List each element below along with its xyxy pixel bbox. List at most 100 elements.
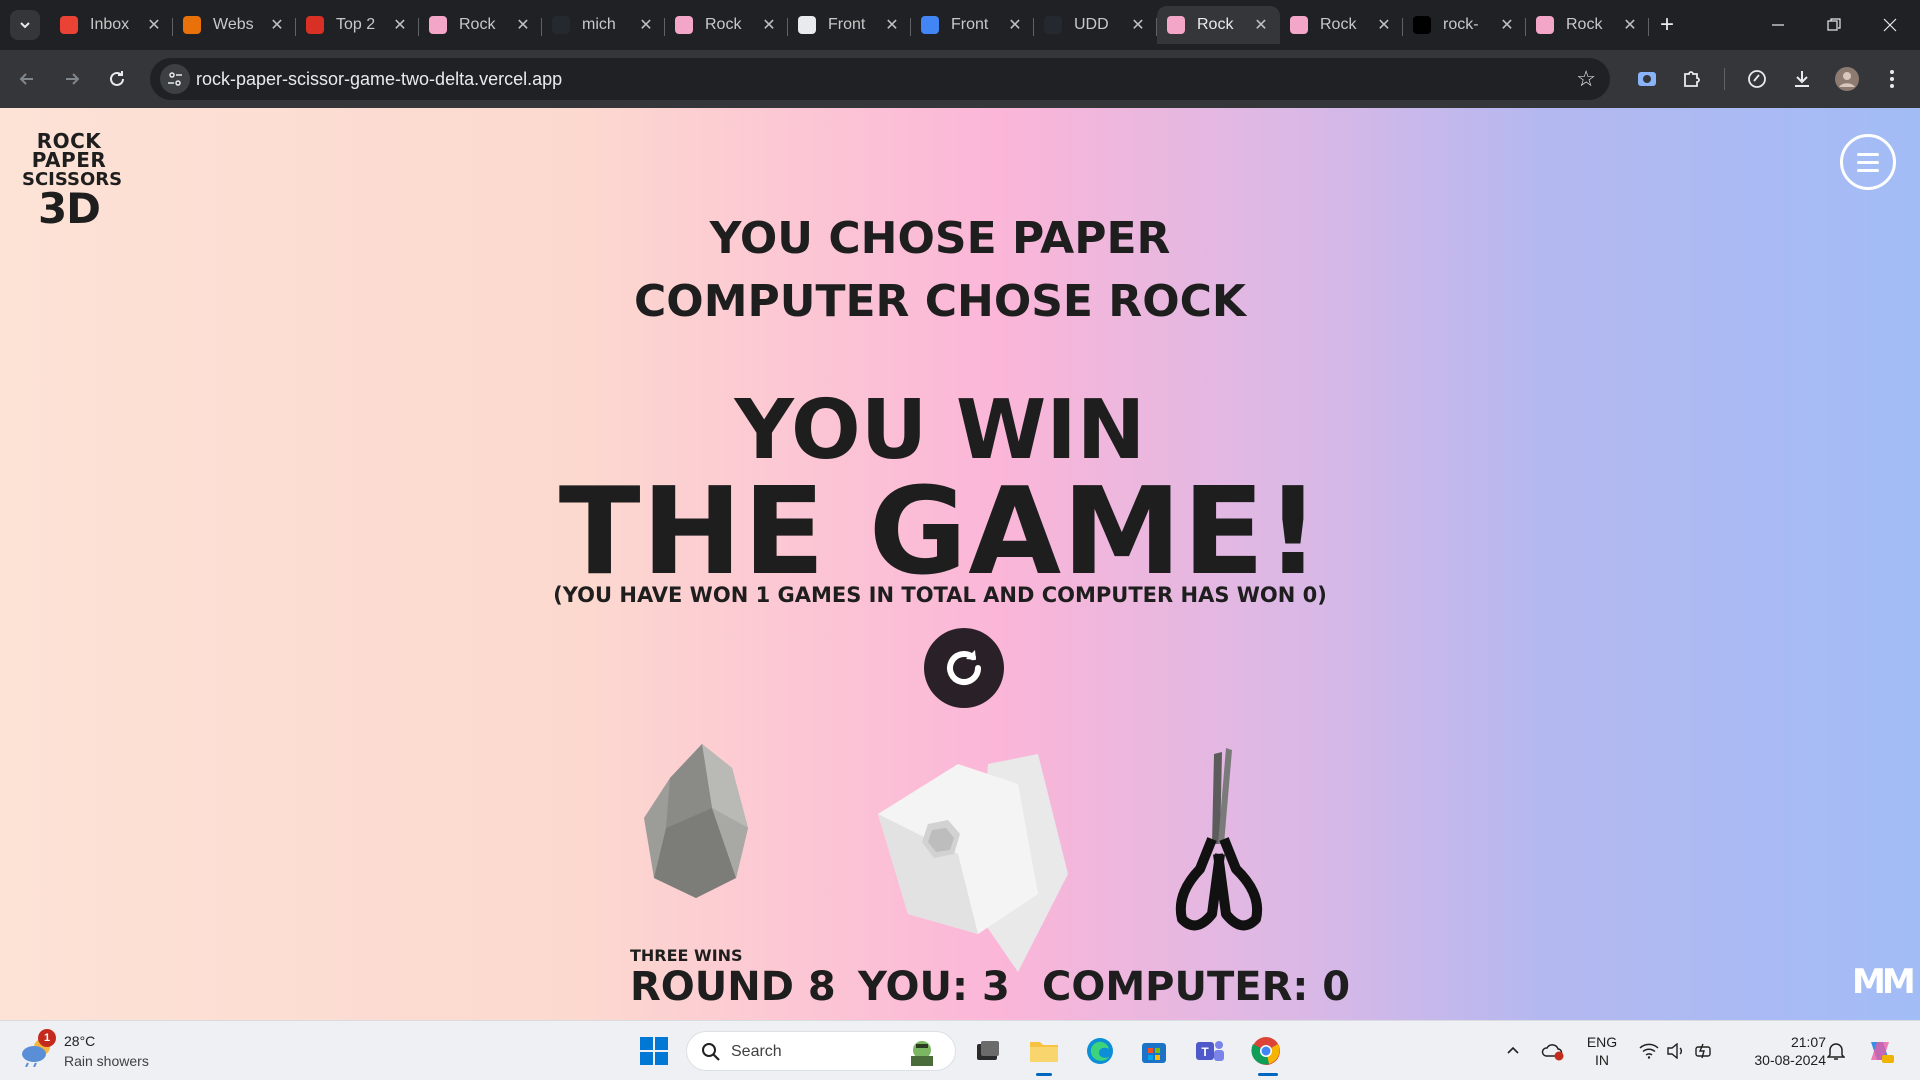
tab-label: Rock (705, 16, 742, 33)
speaker-icon (1667, 1043, 1682, 1059)
tab-close-icon[interactable]: ✕ (1621, 15, 1639, 35)
address-bar[interactable]: rock-paper-scissor-game-two-delta.vercel… (150, 58, 1610, 100)
search-highlight-icon (911, 1041, 933, 1066)
browser-tab[interactable]: Rock ✕ (419, 6, 542, 44)
performance-button[interactable] (1740, 62, 1774, 96)
battery-status[interactable] (1690, 1021, 1720, 1080)
clock[interactable]: 21:07 30-08-2024 (1730, 1033, 1826, 1069)
arrow-right-icon (66, 73, 80, 85)
new-tab-button[interactable]: + (1652, 10, 1682, 40)
screenshot-extension-button[interactable] (1630, 62, 1664, 96)
brand-logo[interactable]: MM (1852, 962, 1916, 1002)
svg-text:T: T (1201, 1045, 1209, 1059)
tab-close-icon[interactable]: ✕ (268, 15, 286, 35)
frontend-favicon-icon (798, 16, 816, 34)
forward-button[interactable] (55, 62, 89, 96)
url-text: rock-paper-scissor-game-two-delta.vercel… (196, 69, 563, 89)
language-indicator[interactable]: ENG IN (1582, 1033, 1622, 1069)
edge-button[interactable] (1080, 1031, 1120, 1071)
browser-tab[interactable]: Front ✕ (911, 6, 1034, 44)
show-hidden-icons-button[interactable] (1500, 1021, 1526, 1080)
start-button[interactable] (634, 1031, 674, 1071)
site-info-button[interactable] (160, 64, 190, 94)
weather-widget[interactable]: 1 28°C Rain showers (20, 1029, 180, 1073)
tab-label: Front (951, 16, 989, 33)
computer-choice-text: COMPUTER CHOSE ROCK (634, 276, 1246, 327)
browser-tab[interactable]: Rock ✕ (1157, 6, 1280, 44)
volume-status[interactable] (1663, 1021, 1689, 1080)
tab-search-button[interactable] (10, 10, 40, 40)
tab-close-icon[interactable]: ✕ (514, 15, 532, 35)
browser-tab[interactable]: mich ✕ (542, 6, 665, 44)
tab-close-icon[interactable]: ✕ (883, 15, 901, 35)
tab-close-icon[interactable]: ✕ (391, 15, 409, 35)
tab-close-icon[interactable]: ✕ (1498, 15, 1516, 35)
browser-tab[interactable]: Rock ✕ (1280, 6, 1403, 44)
bookmark-star-icon[interactable]: ☆ (1576, 66, 1596, 92)
grid-favicon-icon (183, 16, 201, 34)
close-window-button[interactable] (1862, 0, 1918, 50)
restore-button[interactable] (1806, 0, 1862, 50)
player-choice-text: YOU CHOSE PAPER (709, 213, 1171, 264)
pen-favicon-icon (921, 16, 939, 34)
paper-option[interactable] (868, 744, 1078, 984)
reload-button[interactable] (100, 62, 134, 96)
wifi-status[interactable] (1636, 1021, 1662, 1080)
browser-tab[interactable]: Webs ✕ (173, 6, 296, 44)
edge-icon (1087, 1038, 1113, 1064)
windows-taskbar: 1 28°C Rain showers Search T ENG IN 21:0… (0, 1020, 1920, 1080)
game-page: ROCK PAPER SCISSORS 3D YOU CHOSE PAPER C… (0, 108, 1920, 1020)
onedrive-status[interactable] (1538, 1021, 1568, 1080)
hamburger-menu-button[interactable] (1840, 134, 1896, 190)
windows-logo-icon (640, 1037, 668, 1065)
minimize-icon (1772, 24, 1784, 26)
restore-icon (1827, 18, 1841, 31)
minimize-button[interactable] (1750, 0, 1806, 50)
tab-close-icon[interactable]: ✕ (1375, 15, 1393, 35)
browser-tab[interactable]: Front ✕ (788, 6, 911, 44)
profile-avatar[interactable] (1830, 62, 1864, 96)
kebab-menu-icon (1890, 70, 1894, 88)
tab-close-icon[interactable]: ✕ (1006, 15, 1024, 35)
file-explorer-button[interactable] (1024, 1031, 1064, 1071)
taskbar-search[interactable]: Search (686, 1031, 956, 1071)
extensions-button[interactable] (1675, 62, 1709, 96)
github-favicon-icon (552, 16, 570, 34)
rock-option[interactable] (640, 738, 760, 908)
replay-button[interactable] (924, 628, 1004, 708)
teams-button[interactable]: T (1190, 1031, 1230, 1071)
game-mode-label: THREE WINS (630, 946, 743, 965)
chrome-menu-button[interactable] (1875, 62, 1909, 96)
chrome-taskbar-button[interactable] (1246, 1031, 1286, 1071)
downloads-button[interactable] (1785, 62, 1819, 96)
bell-icon (1827, 1043, 1845, 1060)
tab-strip: Inbox ✕ Webs ✕ Top 2 ✕ Rock ✕ mich ✕ Rock ✕ Front ✕ Fr… (50, 6, 1649, 50)
browser-tab[interactable]: UDD ✕ (1034, 6, 1157, 44)
tab-close-icon[interactable]: ✕ (1129, 15, 1147, 35)
browser-tab[interactable]: Inbox ✕ (50, 6, 173, 44)
task-view-button[interactable] (968, 1031, 1008, 1071)
tab-close-icon[interactable]: ✕ (760, 15, 778, 35)
logo-line-paper: PAPER (31, 148, 107, 172)
chevron-down-icon (20, 22, 30, 29)
total-wins-text: (YOU HAVE WON 1 GAMES IN TOTAL AND COMPU… (553, 583, 1327, 607)
copilot-icon (1871, 1042, 1894, 1063)
back-button[interactable] (10, 62, 44, 96)
browser-tab[interactable]: Rock ✕ (665, 6, 788, 44)
copilot-button[interactable] (1860, 1021, 1900, 1080)
browser-tab[interactable]: Top 2 ✕ (296, 6, 419, 44)
tab-close-icon[interactable]: ✕ (1252, 15, 1270, 35)
scissors-option[interactable] (1170, 744, 1270, 944)
tab-label: Rock (1566, 16, 1603, 33)
notifications-button[interactable] (1822, 1021, 1850, 1080)
browser-tab[interactable]: Rock ✕ (1526, 6, 1649, 44)
store-icon (1142, 1043, 1166, 1063)
browser-tab[interactable]: rock- ✕ (1403, 6, 1526, 44)
tab-close-icon[interactable]: ✕ (637, 15, 655, 35)
player-score: YOU: 3 (858, 964, 1010, 1010)
tab-label: rock- (1443, 16, 1479, 33)
store-button[interactable] (1134, 1031, 1174, 1071)
tab-close-icon[interactable]: ✕ (145, 15, 163, 35)
tune-icon (168, 72, 182, 86)
hamburger-icon (1857, 152, 1879, 156)
